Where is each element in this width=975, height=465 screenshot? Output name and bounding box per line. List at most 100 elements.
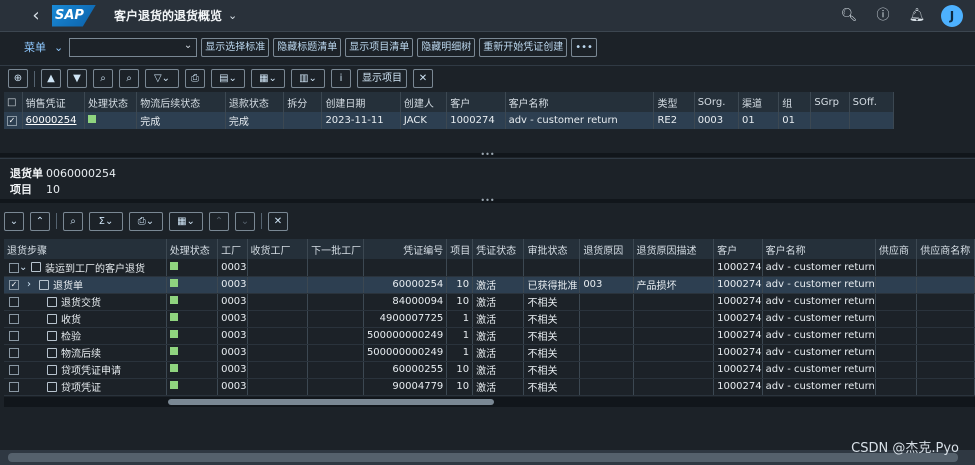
sort-asc-icon[interactable]: ▲ <box>41 69 61 88</box>
row-checkbox[interactable] <box>9 263 19 273</box>
col-header[interactable]: 渠道 <box>738 92 780 112</box>
zoom-icon[interactable]: ⊕ <box>8 69 28 88</box>
sales-doc-link[interactable]: 60000254 <box>22 112 85 129</box>
chevron-down-icon[interactable]: ⌄ <box>54 41 63 54</box>
app-title[interactable]: 客户退货的退货概览 <box>114 7 222 24</box>
layout-icon[interactable]: ▥⌄ <box>291 69 325 88</box>
step-cell[interactable]: 贷项凭证申请 <box>4 361 167 379</box>
row-checkbox[interactable] <box>9 382 19 392</box>
col-header[interactable]: 物流后续状态 <box>136 92 226 112</box>
print-icon[interactable]: ⎙ <box>185 69 205 88</box>
find-next-icon[interactable]: ⌕ <box>119 69 139 88</box>
col-header[interactable]: 销售凭证 <box>22 92 85 112</box>
col-header[interactable]: SOrg. <box>694 92 739 112</box>
col-header[interactable]: 处理状态 <box>84 92 138 112</box>
hide-header-list-button[interactable]: 隐藏标题清单 <box>273 37 342 57</box>
col-header[interactable]: SGrp <box>810 92 850 112</box>
close-icon[interactable]: ✕ <box>413 69 433 88</box>
col-header[interactable]: 退货原因 <box>579 239 634 259</box>
col-header[interactable]: 类型 <box>653 92 695 112</box>
close-icon[interactable]: ✕ <box>268 211 288 231</box>
scroll-thumb[interactable] <box>8 453 958 462</box>
filter-icon[interactable]: ▽⌄ <box>145 69 179 88</box>
export-icon[interactable]: ▤⌄ <box>211 69 245 88</box>
col-header[interactable]: 审批状态 <box>523 239 581 259</box>
command-select[interactable]: ⌄ <box>69 37 198 57</box>
scroll-thumb[interactable] <box>168 399 494 405</box>
row-checkbox[interactable] <box>9 365 19 375</box>
col-header[interactable]: 客户 <box>446 92 506 112</box>
collapse-all-icon[interactable]: ⌃ <box>30 211 50 231</box>
col-header[interactable]: 供应商 <box>875 239 918 259</box>
table-row[interactable]: › 退货单 0003 60000254 10 激活 已获得批准 003 产品损坏 1000274 a… <box>4 276 975 294</box>
step-cell[interactable]: 收货 <box>4 310 167 328</box>
show-selection-button[interactable]: 显示选择标准 <box>201 37 270 57</box>
search-icon[interactable]: 🔍︎ <box>839 6 859 26</box>
table-row[interactable]: ✓ 60000254 完成 完成 2023-11-11 JACK 1000274… <box>4 112 895 129</box>
col-header[interactable]: 凭证状态 <box>472 239 525 259</box>
menu-button[interactable]: 菜单 <box>24 39 46 55</box>
col-header[interactable]: SOff. <box>849 92 895 112</box>
move-up-icon[interactable]: ⌃ <box>209 211 229 231</box>
col-header[interactable]: 客户 <box>713 239 763 259</box>
col-header[interactable]: 凭证编号 <box>363 239 448 259</box>
table-row[interactable]: 物流后续 0003 500000000249 1 激活 不相关 1000274 adv - c… <box>4 344 975 362</box>
move-down-icon[interactable]: ⌄ <box>235 211 255 231</box>
col-header[interactable]: 下一批工厂 <box>307 239 364 259</box>
col-header[interactable]: 退货步骤 <box>4 239 167 259</box>
help-icon[interactable]: ⓘ <box>873 6 893 26</box>
row-checkbox[interactable] <box>9 348 19 358</box>
splitter-handle[interactable]: ••• <box>0 197 975 205</box>
step-cell[interactable]: 检验 <box>4 327 167 345</box>
more-button[interactable]: ••• <box>571 37 597 57</box>
col-header[interactable]: 工厂 <box>217 239 248 259</box>
select-all-icon[interactable]: □ <box>4 92 23 112</box>
row-checkbox[interactable]: ✓ <box>4 112 23 129</box>
avatar[interactable]: J <box>941 5 963 27</box>
col-header[interactable]: 客户名称 <box>505 92 655 112</box>
col-header[interactable]: 退款状态 <box>225 92 285 112</box>
restart-document-button[interactable]: 重新开始凭证创建 <box>479 37 568 57</box>
layout-icon[interactable]: ▦⌄ <box>169 211 203 231</box>
show-items-button[interactable]: 显示项目 <box>357 69 407 88</box>
step-cell[interactable]: 贷项凭证 <box>4 378 167 396</box>
step-cell[interactable]: 退货交货 <box>4 293 167 311</box>
hide-detail-tree-button[interactable]: 隐藏明细树 <box>417 37 476 57</box>
sort-desc-icon[interactable]: ▼ <box>67 69 87 88</box>
row-checkbox[interactable] <box>9 314 19 324</box>
sum-icon[interactable]: Σ⌄ <box>89 211 123 231</box>
print-icon[interactable]: ⎙⌄ <box>129 211 163 231</box>
col-header[interactable]: 退货原因描述 <box>633 239 715 259</box>
find-icon[interactable]: ⌕ <box>93 69 113 88</box>
find-icon[interactable]: ⌕ <box>63 211 83 231</box>
table-row[interactable]: ⌄ 装运到工厂的客户退货 0003 1000274 adv - customer ret… <box>4 259 975 277</box>
view-icon[interactable]: ▦⌄ <box>251 69 285 88</box>
table-row[interactable]: 退货交货 0003 84000094 10 激活 不相关 1000274 adv - cust… <box>4 293 975 311</box>
row-checkbox[interactable] <box>9 297 19 307</box>
col-header[interactable]: 创建日期 <box>321 92 401 112</box>
col-header[interactable]: 客户名称 <box>762 239 876 259</box>
col-header[interactable]: 项目 <box>446 239 474 259</box>
info-icon[interactable]: i <box>331 69 351 88</box>
back-icon[interactable]: ‹ <box>22 5 50 26</box>
expand-all-icon[interactable]: ⌄ <box>4 211 24 231</box>
col-header[interactable]: 处理状态 <box>166 239 219 259</box>
col-header[interactable]: 创建人 <box>400 92 448 112</box>
table-row[interactable]: 贷项凭证 0003 90004779 10 激活 不相关 1000274 adv - cust… <box>4 378 975 396</box>
step-cell[interactable]: 物流后续 <box>4 344 167 362</box>
col-header[interactable]: 收货工厂 <box>247 239 309 259</box>
step-cell[interactable]: ⌄ 装运到工厂的客户退货 <box>4 259 167 277</box>
table-row[interactable]: 收货 0003 4900007725 1 激活 不相关 1000274 adv - custo… <box>4 310 975 328</box>
row-checkbox[interactable] <box>9 331 19 341</box>
row-checkbox[interactable]: ✓ <box>9 280 19 290</box>
step-cell[interactable]: › 退货单 <box>4 276 167 294</box>
bottom-scrollbar[interactable] <box>0 450 975 465</box>
horizontal-scrollbar[interactable] <box>4 397 975 407</box>
bell-icon[interactable]: 🔔︎ <box>907 6 927 26</box>
col-header[interactable]: 供应商名称 <box>916 239 975 259</box>
table-row[interactable]: 检验 0003 500000000249 1 激活 不相关 1000274 adv - cus… <box>4 327 975 345</box>
col-header[interactable]: 组 <box>778 92 812 112</box>
table-row[interactable]: 贷项凭证申请 0003 60000255 10 激活 不相关 1000274 adv - cu… <box>4 361 975 379</box>
col-header[interactable]: 拆分 <box>283 92 323 112</box>
show-item-list-button[interactable]: 显示项目清单 <box>345 37 414 57</box>
